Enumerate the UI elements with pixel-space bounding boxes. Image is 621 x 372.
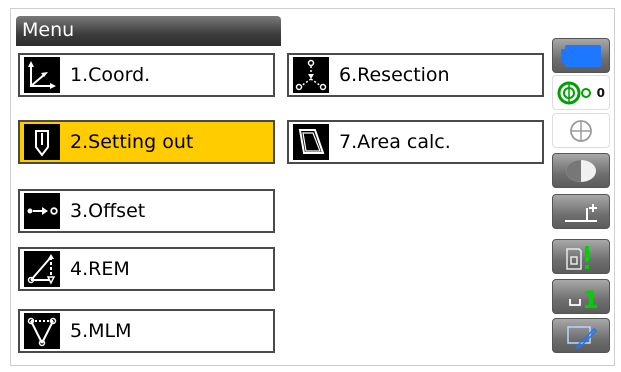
setting-out-stake-icon (24, 124, 60, 160)
menu-item-mlm[interactable]: 5.MLM (18, 309, 275, 353)
battery-status[interactable] (552, 38, 610, 73)
tilt-button[interactable] (552, 113, 610, 148)
input-mode-value: 1 (582, 286, 599, 311)
menu-item-area-calc[interactable]: 7.Area calc. (287, 120, 544, 164)
tilt-crosshair-icon (570, 119, 592, 142)
menu-item-label: 4.REM (70, 258, 130, 280)
mlm-triangle-icon (24, 313, 60, 349)
pen-tablet-icon (567, 325, 598, 349)
menu-item-label: 1.Coord. (70, 64, 151, 86)
menu-item-coord[interactable]: 1.Coord. (18, 53, 275, 97)
offset-arrow-icon (24, 193, 60, 229)
page-title: Menu (22, 19, 75, 41)
menu-item-offset[interactable]: 3.Offset (18, 189, 275, 233)
menu-title-bar: Menu (16, 16, 281, 46)
pen-tablet-button[interactable] (552, 318, 610, 353)
edm-mode-button[interactable] (552, 194, 610, 229)
resection-icon (293, 57, 329, 93)
input-mode-button[interactable]: 1 (552, 279, 610, 314)
laser-pointer-icon (566, 159, 596, 182)
area-calc-icon (293, 124, 329, 160)
battery-icon (561, 44, 601, 67)
menu-item-label: 6.Resection (339, 64, 450, 86)
rem-triangle-icon (24, 251, 60, 287)
prism-constant-button[interactable]: 0 (552, 75, 610, 110)
coord-axes-icon (24, 57, 60, 93)
menu-item-setting-out[interactable]: 2.Setting out (18, 120, 275, 164)
menu-item-label: 3.Offset (70, 200, 146, 222)
menu-item-resection[interactable]: 6.Resection (287, 53, 544, 97)
menu-item-rem[interactable]: 4.REM (18, 247, 275, 291)
prism-target-icon (557, 81, 591, 104)
menu-item-label: 7.Area calc. (339, 131, 451, 153)
menu-item-label: 2.Setting out (70, 131, 194, 153)
sd-card-button[interactable] (552, 239, 610, 274)
prism-constant-value: 0 (596, 86, 605, 100)
input-mode-icon: 1 (569, 286, 599, 311)
laser-button[interactable] (552, 153, 610, 188)
sd-card-icon (566, 245, 589, 270)
edm-mode-icon (565, 203, 597, 222)
menu-item-label: 5.MLM (70, 320, 132, 342)
